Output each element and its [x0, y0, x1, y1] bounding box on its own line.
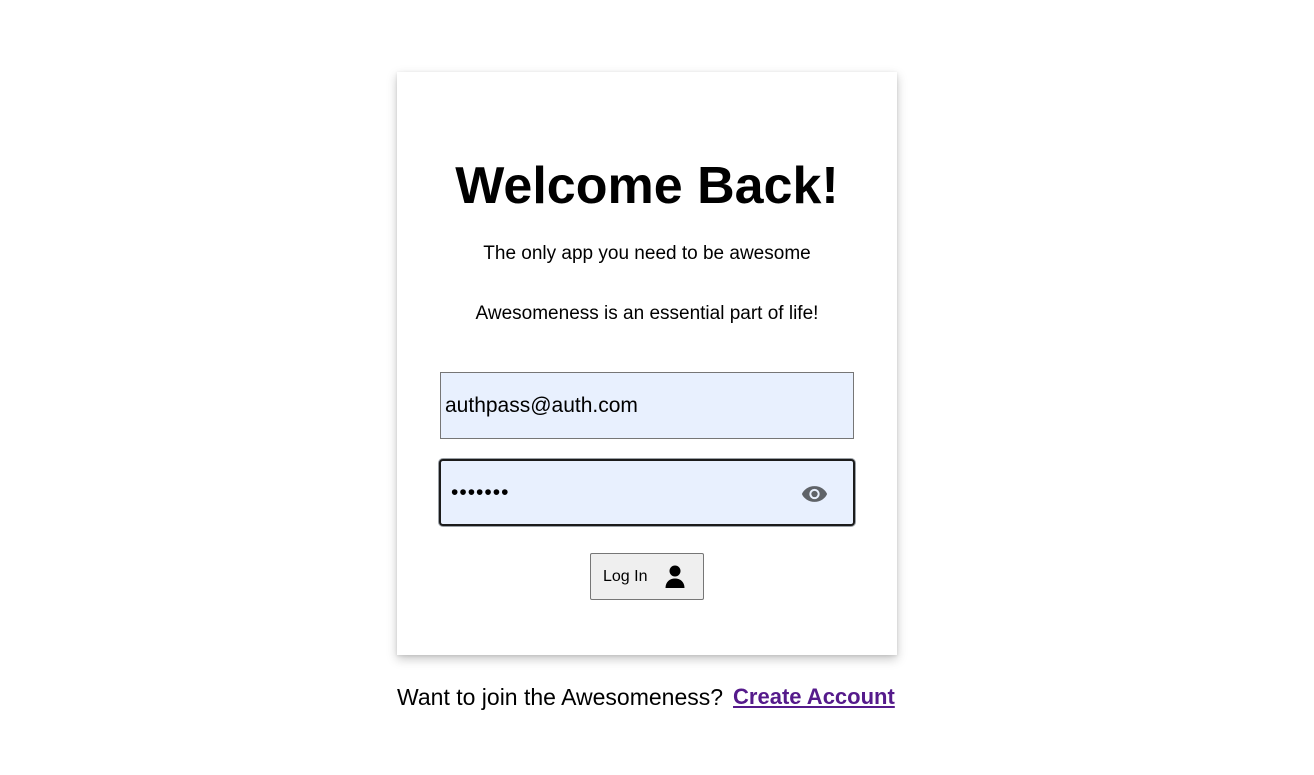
page-title: Welcome Back!: [455, 157, 839, 215]
password-field-container: [439, 459, 855, 526]
login-button[interactable]: Log In: [590, 553, 704, 600]
create-account-link[interactable]: Create Account: [733, 684, 895, 710]
user-icon: [665, 565, 685, 589]
login-card: Welcome Back! The only app you need to b…: [397, 72, 897, 655]
signup-prompt-text: Want to join the Awesomeness?: [397, 683, 724, 710]
tagline: The only app you need to be awesome: [483, 243, 811, 264]
description: Awesomeness is an essential part of life…: [475, 303, 819, 324]
password-field[interactable]: [451, 461, 781, 524]
eye-icon[interactable]: [799, 480, 829, 508]
signup-prompt: Want to join the Awesomeness? Create Acc…: [397, 683, 895, 711]
login-button-label: Log In: [603, 567, 648, 585]
email-field[interactable]: [440, 372, 854, 439]
